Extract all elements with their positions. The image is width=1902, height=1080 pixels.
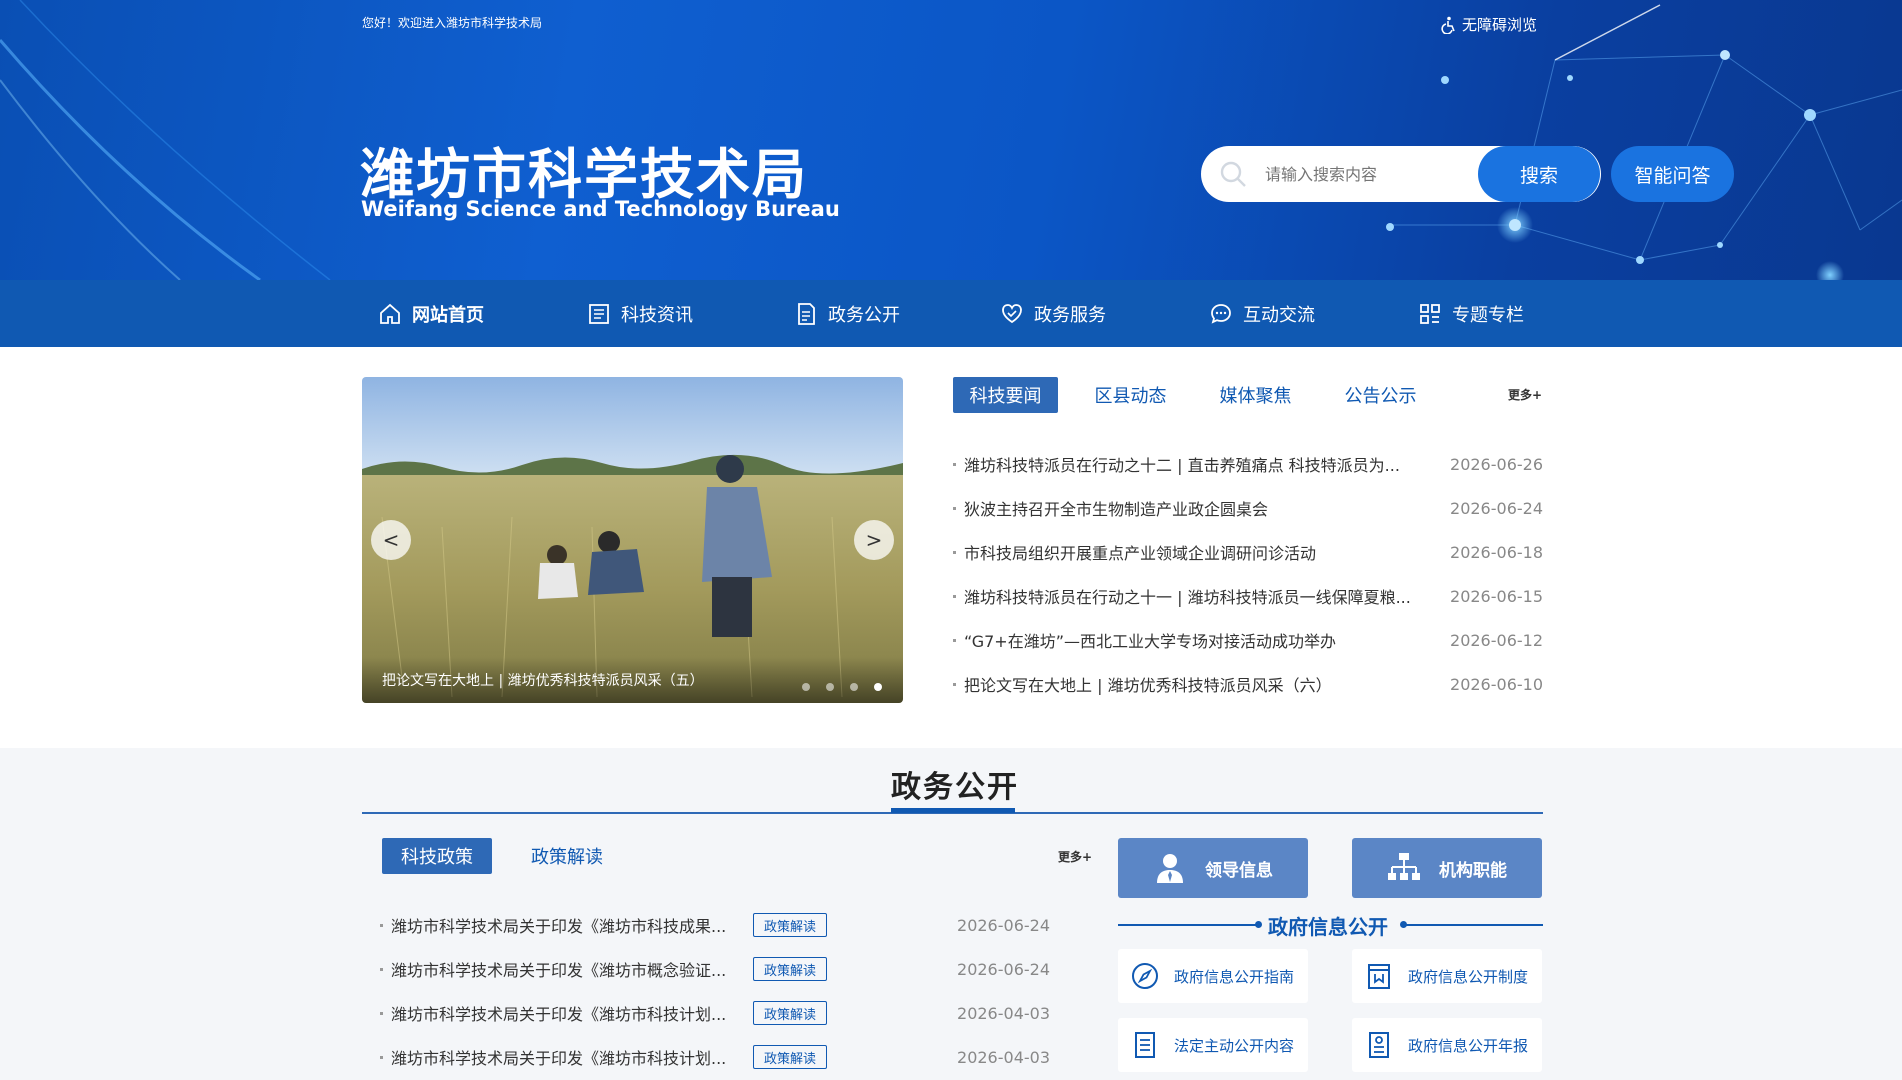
policy-item[interactable]: 潍坊市科学技术局关于印发《潍坊市概念验证... 政策解读 2026-06-24 bbox=[380, 956, 1050, 982]
tab-tech-policy[interactable]: 科技政策 bbox=[382, 838, 492, 874]
policy-tag[interactable]: 政策解读 bbox=[753, 1045, 828, 1069]
accessibility-label: 无障碍浏览 bbox=[1462, 16, 1538, 34]
chat-icon bbox=[1211, 303, 1231, 324]
search-button[interactable]: 搜索 bbox=[1478, 146, 1600, 202]
org-chart-icon bbox=[1388, 853, 1420, 880]
news-item[interactable]: 潍坊科技特派员在行动之十二 | 直击养殖痛点 科技特派员为... 2026-06-… bbox=[953, 452, 1543, 476]
news-item[interactable]: 狄波主持召开全市生物制造产业政企圆桌会 2026-06-24 bbox=[953, 496, 1543, 520]
info-link-system[interactable]: 政府信息公开制度 bbox=[1352, 949, 1542, 1003]
carousel-dot[interactable] bbox=[850, 683, 858, 691]
leader-info-button[interactable]: 领导信息 bbox=[1118, 838, 1308, 898]
gov-divider-accent bbox=[891, 808, 1015, 813]
carousel-dots bbox=[802, 683, 882, 691]
site-subtitle: Weifang Science and Technology Bureau bbox=[361, 197, 840, 221]
carousel-prev-button[interactable]: < bbox=[371, 520, 411, 560]
smart-qa-button[interactable]: 智能问答 bbox=[1611, 146, 1734, 202]
news-item[interactable]: 把论文写在大地上 | 潍坊优秀科技特派员风采（六） 2026-06-10 bbox=[953, 672, 1543, 696]
news-more-link[interactable]: 更多+ bbox=[1508, 386, 1542, 403]
policy-more-link[interactable]: 更多+ bbox=[1058, 848, 1092, 865]
list-document-icon bbox=[1135, 1032, 1155, 1058]
compass-icon bbox=[1132, 963, 1158, 989]
carousel-next-button[interactable]: > bbox=[854, 520, 894, 560]
info-title-dot-left bbox=[1255, 921, 1262, 928]
nav-item-interaction[interactable]: 互动交流 bbox=[1209, 280, 1315, 347]
nav-label: 互动交流 bbox=[1243, 304, 1315, 326]
info-link-label: 法定主动公开内容 bbox=[1174, 1036, 1295, 1055]
nav-item-tech-news[interactable]: 科技资讯 bbox=[587, 280, 693, 347]
info-link-label: 政府信息公开制度 bbox=[1408, 967, 1529, 986]
carousel-dot[interactable] bbox=[826, 683, 834, 691]
tab-tech-news[interactable]: 科技要闻 bbox=[953, 377, 1058, 413]
news-icon bbox=[589, 303, 609, 324]
grid-icon bbox=[1420, 303, 1440, 324]
info-title-line-right bbox=[1405, 924, 1543, 926]
network-decoration bbox=[0, 0, 1902, 280]
service-icon bbox=[1002, 303, 1022, 323]
tab-policy-interpretation[interactable]: 政策解读 bbox=[512, 838, 622, 874]
gov-section-title: 政务公开 bbox=[891, 770, 1019, 805]
info-title-line-left bbox=[1118, 924, 1258, 926]
nav-label: 政务公开 bbox=[828, 304, 900, 326]
info-link-annual-report[interactable]: 政府信息公开年报 bbox=[1352, 1018, 1542, 1072]
policy-tag[interactable]: 政策解读 bbox=[753, 957, 828, 981]
nav-label: 政务服务 bbox=[1034, 304, 1106, 326]
report-icon bbox=[1369, 1032, 1389, 1058]
news-carousel[interactable]: < > 把论文写在大地上 | 潍坊优秀科技特派员风采（五） bbox=[362, 377, 903, 703]
person-icon bbox=[1157, 854, 1183, 883]
nav-item-gov-service[interactable]: 政务服务 bbox=[1000, 280, 1106, 347]
home-icon bbox=[380, 303, 400, 324]
book-icon bbox=[1368, 964, 1390, 989]
header-banner: 您好！欢迎进入潍坊市科学技术局 无障碍浏览 潍坊市科学技术局 Weifang S… bbox=[0, 0, 1902, 280]
main-nav: 网站首页 科技资讯 政务公开 政务服务 互动交流 专题专栏 bbox=[0, 280, 1902, 347]
info-link-guide[interactable]: 政府信息公开指南 bbox=[1118, 949, 1308, 1003]
nav-label: 专题专栏 bbox=[1452, 304, 1524, 326]
policy-item[interactable]: 潍坊市科学技术局关于印发《潍坊市科技计划... 政策解读 2026-04-03 bbox=[380, 1000, 1050, 1026]
accessibility-link[interactable]: 无障碍浏览 bbox=[1440, 14, 1537, 35]
welcome-text: 您好！欢迎进入潍坊市科学技术局 bbox=[362, 16, 543, 30]
tab-county-news[interactable]: 区县动态 bbox=[1078, 377, 1183, 413]
carousel-caption[interactable]: 把论文写在大地上 | 潍坊优秀科技特派员风采（五） bbox=[362, 657, 903, 703]
document-icon bbox=[798, 302, 815, 325]
tab-announcements[interactable]: 公告公示 bbox=[1328, 377, 1433, 413]
org-function-button[interactable]: 机构职能 bbox=[1352, 838, 1542, 898]
nav-item-special[interactable]: 专题专栏 bbox=[1418, 280, 1524, 347]
search-icon bbox=[1220, 161, 1246, 187]
news-item[interactable]: 市科技局组织开展重点产业领域企业调研问诊活动 2026-06-18 bbox=[953, 540, 1543, 564]
carousel-dot[interactable] bbox=[802, 683, 810, 691]
wheelchair-icon bbox=[1441, 16, 1455, 34]
nav-item-home[interactable]: 网站首页 bbox=[378, 280, 484, 347]
news-section: < > 把论文写在大地上 | 潍坊优秀科技特派员风采（五） 科技要闻 区县动态 … bbox=[0, 347, 1902, 748]
policy-item[interactable]: 潍坊市科学技术局关于印发《潍坊市科技计划... 政策解读 2026-04-03 bbox=[380, 1044, 1050, 1070]
policy-tag[interactable]: 政策解读 bbox=[753, 1001, 828, 1025]
nav-label: 科技资讯 bbox=[621, 304, 693, 326]
news-item[interactable]: “G7+在潍坊”—西北工业大学专场对接活动成功举办 2026-06-12 bbox=[953, 628, 1543, 652]
nav-label: 网站首页 bbox=[412, 304, 484, 326]
leader-info-label: 领导信息 bbox=[1205, 860, 1273, 881]
org-function-label: 机构职能 bbox=[1439, 860, 1507, 881]
nav-item-gov-open[interactable]: 政务公开 bbox=[794, 280, 900, 347]
info-link-label: 政府信息公开年报 bbox=[1408, 1036, 1529, 1055]
news-item[interactable]: 潍坊科技特派员在行动之十一 | 潍坊科技特派员一线保障夏粮... 2026-06-… bbox=[953, 584, 1543, 608]
carousel-photo bbox=[362, 377, 903, 703]
tab-media-focus[interactable]: 媒体聚焦 bbox=[1203, 377, 1308, 413]
info-link-content[interactable]: 法定主动公开内容 bbox=[1118, 1018, 1308, 1072]
info-section-title: 政府信息公开 bbox=[1268, 915, 1388, 939]
policy-tag[interactable]: 政策解读 bbox=[753, 913, 828, 937]
policy-item[interactable]: 潍坊市科学技术局关于印发《潍坊市科技成果... 政策解读 2026-06-24 bbox=[380, 912, 1050, 938]
search-input[interactable] bbox=[1265, 164, 1475, 184]
info-link-label: 政府信息公开指南 bbox=[1174, 967, 1295, 986]
carousel-dot[interactable] bbox=[874, 683, 882, 691]
